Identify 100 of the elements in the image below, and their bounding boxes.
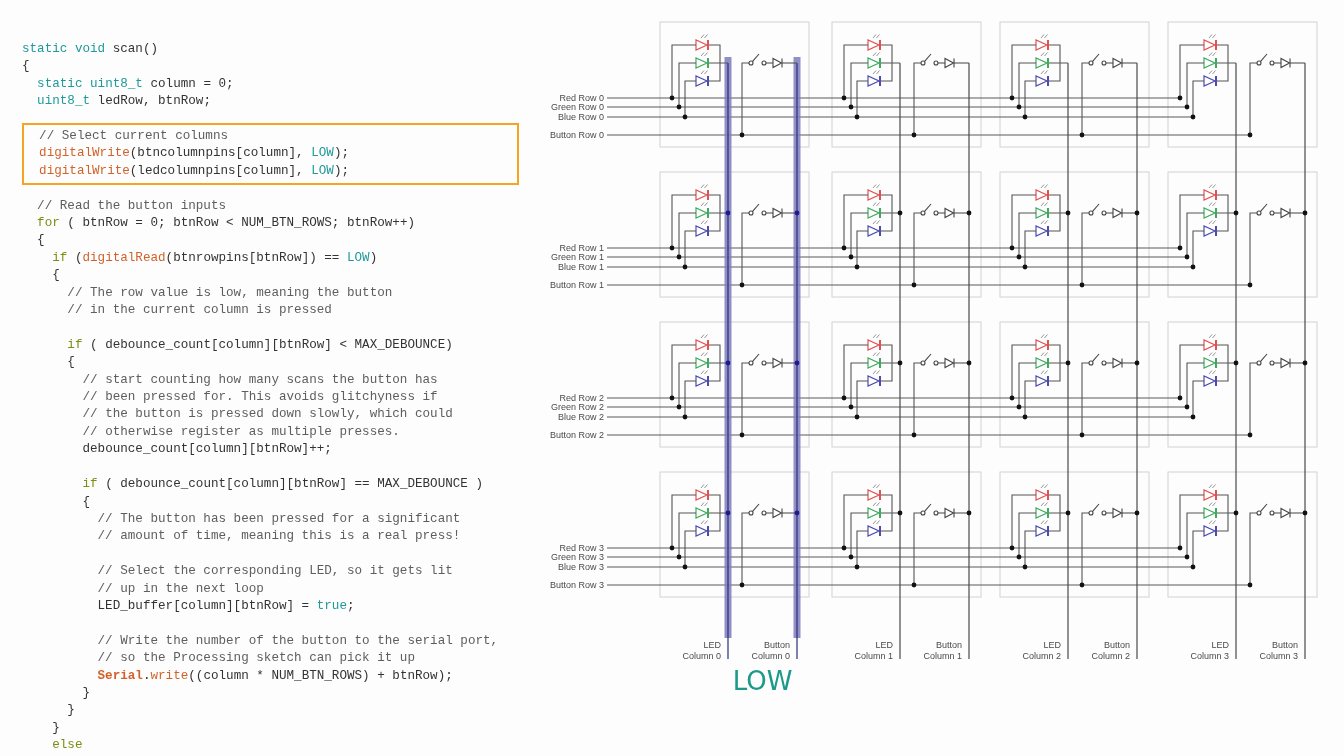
junction-dot-icon (854, 264, 860, 270)
code-line: Serial.write((column * NUM_BTN_ROWS) + btnRow); (97, 667, 453, 685)
code-line: } (67, 702, 75, 720)
junction-dot-icon (739, 582, 745, 588)
junction-dot-icon (911, 582, 917, 588)
code-line: // up in the next loop (97, 580, 264, 598)
code-line: LED_buffer[column][btnRow] = true; (97, 597, 355, 615)
junction-dot-icon (1184, 404, 1190, 410)
junction-dot-icon (1184, 104, 1190, 110)
junction-dot-icon (1079, 582, 1085, 588)
column-label: Button Column 3 (1259, 640, 1298, 661)
wire (1105, 62, 1114, 64)
junction-dot-icon (1247, 282, 1253, 288)
junction-dot-icon (1009, 395, 1015, 401)
junction-dot-icon (911, 132, 917, 138)
row-label: Blue Row 1 (557, 262, 604, 272)
wire (953, 362, 970, 364)
column-label: LED Column 3 (1190, 640, 1229, 661)
junction-dot-icon (848, 104, 854, 110)
switch-icon (748, 353, 767, 366)
wire (1273, 512, 1282, 514)
column-label: Button Column 1 (923, 640, 962, 661)
diode-icon (1280, 57, 1291, 69)
column-label: LED Column 0 (682, 640, 721, 661)
code-line: // Read the button inputs (37, 197, 227, 215)
wire (1289, 62, 1306, 64)
row-label: Green Row 1 (550, 252, 604, 262)
junction-dot-icon (854, 564, 860, 570)
junction-dot-icon (1190, 114, 1196, 120)
wire (1216, 494, 1237, 532)
diode-icon (1280, 507, 1291, 519)
code-line: // otherwise register as multiple presses. (82, 423, 400, 441)
wire (937, 62, 946, 64)
junction-dot-icon (1016, 554, 1022, 560)
wire (953, 512, 970, 514)
code-line: // Write the number of the button to the serial port, (97, 632, 499, 650)
junction-dot-icon (1009, 545, 1015, 551)
switch-icon (920, 503, 939, 516)
wire (1105, 362, 1114, 364)
junction-dot-icon (1177, 545, 1183, 551)
code-line: // the button is pressed down slowly, which could (82, 406, 453, 424)
junction-dot-icon (682, 114, 688, 120)
code-line: // been pressed for. This avoids glitchyness if (82, 389, 438, 407)
junction-dot-icon (682, 564, 688, 570)
switch-icon (1088, 203, 1107, 216)
junction-dot-icon (1134, 510, 1140, 516)
junction-dot-icon (739, 432, 745, 438)
wire (708, 44, 729, 82)
wire (1048, 194, 1069, 232)
diode-icon (1112, 207, 1123, 219)
wire (1216, 344, 1237, 382)
column-label: LED Column 2 (1022, 640, 1061, 661)
switch-icon (748, 203, 767, 216)
junction-dot-icon (1302, 510, 1308, 516)
junction-dot-icon (1247, 432, 1253, 438)
switch-icon (920, 203, 939, 216)
code-line: else (52, 737, 83, 755)
junction-dot-icon (794, 510, 800, 516)
junction-dot-icon (725, 510, 731, 516)
code-line: // The row value is low, meaning the button (67, 284, 393, 302)
junction-dot-icon (676, 554, 682, 560)
junction-dot-icon (854, 414, 860, 420)
wire (937, 212, 946, 214)
diode-icon (772, 207, 783, 219)
column-label: Button Column 0 (751, 640, 790, 661)
row-label: Blue Row 2 (557, 412, 604, 422)
state-label: LOW (732, 666, 793, 696)
diode-icon (772, 507, 783, 519)
diode-icon (1112, 357, 1123, 369)
wire (1048, 494, 1069, 532)
wire (765, 362, 774, 364)
code-line: { (67, 354, 75, 372)
diode-icon (1112, 57, 1123, 69)
junction-dot-icon (682, 414, 688, 420)
junction-dot-icon (1016, 404, 1022, 410)
wire (1289, 212, 1306, 214)
junction-dot-icon (1022, 414, 1028, 420)
wire (781, 212, 798, 214)
code-line: for ( btnRow = 0; btnRow < NUM_BTN_ROWS; btnRow++) (37, 215, 415, 233)
junction-dot-icon (841, 545, 847, 551)
junction-dot-icon (676, 254, 682, 260)
switch-icon (1256, 53, 1275, 66)
diode-icon (772, 357, 783, 369)
switch-icon (1088, 353, 1107, 366)
junction-dot-icon (841, 245, 847, 251)
junction-dot-icon (669, 245, 675, 251)
wire (880, 344, 901, 382)
code-line: { (22, 58, 30, 76)
junction-dot-icon (1233, 210, 1239, 216)
wire (765, 212, 774, 214)
junction-dot-icon (1065, 510, 1071, 516)
junction-dot-icon (682, 264, 688, 270)
wire (1289, 362, 1306, 364)
diode-icon (944, 207, 955, 219)
wire (953, 62, 970, 64)
junction-dot-icon (1065, 360, 1071, 366)
wire (1105, 212, 1114, 214)
wire (1273, 62, 1282, 64)
wire (1216, 194, 1237, 232)
junction-dot-icon (848, 404, 854, 410)
